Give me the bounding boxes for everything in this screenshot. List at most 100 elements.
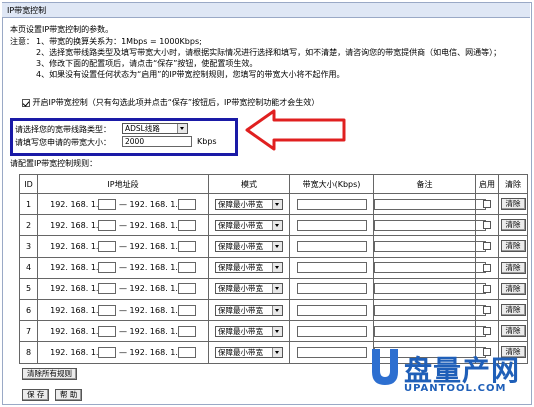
- clear-cell: 清除: [498, 320, 528, 343]
- rule-enable-checkbox[interactable]: [483, 200, 491, 209]
- mode-cell: 保障最小带宽: [208, 214, 290, 237]
- chevron-down-icon: [272, 241, 282, 251]
- col-header-id: ID: [19, 174, 38, 194]
- row-id: 5: [19, 277, 38, 300]
- mode-select[interactable]: 保障最小带宽: [215, 198, 283, 210]
- mode-select[interactable]: 保障最小带宽: [215, 325, 283, 337]
- clear-row-button[interactable]: 清除: [500, 325, 526, 338]
- clear-row-button[interactable]: 清除: [500, 219, 526, 232]
- bandwidth-cell: [289, 256, 374, 279]
- mode-cell: 保障最小带宽: [208, 192, 290, 216]
- chevron-down-icon: [272, 305, 282, 315]
- note-input[interactable]: [374, 262, 486, 274]
- ip-range-cell: 192. 168. 1. — 192. 168. 1.: [37, 235, 209, 258]
- ip-start-input[interactable]: [98, 283, 117, 295]
- clear-all-rules-button[interactable]: 清除所有规则: [22, 368, 77, 380]
- note-input[interactable]: [374, 283, 486, 295]
- bandwidth-size-input[interactable]: [296, 304, 367, 316]
- ip-end-input[interactable]: [177, 240, 196, 252]
- clear-all-rules-button-wrap: 清除所有规则: [22, 368, 77, 380]
- ip-start-input[interactable]: [98, 198, 117, 210]
- clear-row-button[interactable]: 清除: [500, 261, 526, 274]
- note-input[interactable]: [374, 304, 486, 316]
- red-arrow-icon: [245, 109, 346, 151]
- ip-start-input[interactable]: [98, 304, 117, 316]
- clear-cell: 清除: [498, 192, 528, 216]
- bandwidth-size-input[interactable]: [296, 283, 367, 295]
- note-cell: [373, 320, 486, 343]
- rule-enable-checkbox[interactable]: [483, 242, 491, 251]
- save-button[interactable]: 保 存: [22, 389, 50, 401]
- ip-end-input[interactable]: [177, 198, 196, 210]
- table-row: 1 192. 168. 1. — 192. 168. 1. 保障最小带宽 清除: [19, 192, 528, 216]
- bandwidth-size-input[interactable]: [296, 240, 367, 252]
- note-cell: [373, 192, 486, 216]
- bandwidth-size-input[interactable]: [296, 262, 367, 274]
- ip-end-input[interactable]: [177, 283, 196, 295]
- bandwidth-size-input[interactable]: [296, 219, 367, 231]
- bandwidth-label: 请填写您申请的带宽大小：: [15, 138, 111, 147]
- clear-cell: 清除: [498, 214, 528, 237]
- mode-cell: 保障最小带宽: [208, 256, 290, 279]
- intro-text: 本页设置IP带宽控制的参数。: [10, 25, 114, 34]
- ip-start-input[interactable]: [98, 346, 117, 358]
- note-line: 2、选择宽带线路类型及填写带宽大小时，请根据实际情况进行选择和填写，如不清楚，请…: [36, 48, 502, 57]
- col-header-bandwidth: 带宽大小(Kbps): [289, 174, 374, 194]
- ip-start-input[interactable]: [98, 219, 117, 231]
- mode-select[interactable]: 保障最小带宽: [215, 240, 283, 252]
- rule-enable-checkbox[interactable]: [483, 221, 491, 230]
- rule-enable-checkbox[interactable]: [483, 284, 491, 293]
- mode-select[interactable]: 保障最小带宽: [215, 262, 283, 274]
- rule-enable-checkbox[interactable]: [483, 327, 491, 336]
- chevron-down-icon: [272, 263, 282, 273]
- ip-end-input[interactable]: [177, 346, 196, 358]
- rule-enable-checkbox[interactable]: [483, 306, 491, 315]
- table-row: 4 192. 168. 1. — 192. 168. 1. 保障最小带宽 清除: [19, 256, 528, 279]
- enable-bandwidth-control-row: 开启IP带宽控制（只有勾选此项并点击“保存”按钮后，IP带宽控制功能才会生效）: [22, 97, 319, 108]
- clear-row-button[interactable]: 清除: [500, 198, 526, 211]
- table-row: 3 192. 168. 1. — 192. 168. 1. 保障最小带宽 清除: [19, 235, 528, 258]
- note-cell: [373, 277, 486, 300]
- enable-bandwidth-checkbox[interactable]: [22, 98, 30, 107]
- rule-enable-checkbox[interactable]: [483, 263, 491, 272]
- bandwidth-cell: [289, 277, 374, 300]
- ip-start-input[interactable]: [98, 262, 117, 274]
- clear-row-button[interactable]: 清除: [500, 240, 526, 253]
- clear-row-button[interactable]: 清除: [500, 282, 526, 295]
- help-button[interactable]: 帮 助: [54, 389, 83, 401]
- table-row: 6 192. 168. 1. — 192. 168. 1. 保障最小带宽 清除: [19, 298, 528, 322]
- clear-row-button[interactable]: 清除: [500, 304, 526, 317]
- row-id: 8: [19, 341, 38, 364]
- ip-end-input[interactable]: [177, 262, 196, 274]
- note-cell: [373, 298, 486, 322]
- note-input[interactable]: [374, 219, 486, 231]
- ip-range-cell: 192. 168. 1. — 192. 168. 1.: [37, 192, 209, 216]
- ip-range-cell: 192. 168. 1. — 192. 168. 1.: [37, 298, 209, 322]
- col-header-clear: 清除: [498, 174, 528, 194]
- note-line: 4、如果没有设置任何状态为“启用”的IP带宽控制规则，您填写的带宽大小将不起作用…: [36, 70, 345, 79]
- bandwidth-size-input[interactable]: [296, 198, 367, 210]
- mode-select[interactable]: 保障最小带宽: [215, 304, 283, 316]
- ip-end-input[interactable]: [177, 219, 196, 231]
- bandwidth-size-input[interactable]: [296, 325, 367, 337]
- note-input[interactable]: [374, 325, 486, 337]
- bandwidth-input[interactable]: 2000: [122, 136, 192, 147]
- col-header-note: 备注: [373, 174, 476, 194]
- rules-title: 请配置IP带宽控制规则：: [10, 159, 98, 168]
- ip-end-input[interactable]: [177, 304, 196, 316]
- chevron-down-icon: [272, 284, 282, 294]
- note-input[interactable]: [374, 198, 486, 210]
- ip-range-cell: 192. 168. 1. — 192. 168. 1.: [37, 341, 209, 364]
- window-title: IP带宽控制: [7, 6, 47, 15]
- ip-start-input[interactable]: [98, 240, 117, 252]
- ip-start-input[interactable]: [98, 325, 117, 337]
- clear-cell: 清除: [498, 277, 528, 300]
- mode-cell: 保障最小带宽: [208, 298, 290, 322]
- note-input[interactable]: [374, 240, 486, 252]
- mode-select[interactable]: 保障最小带宽: [215, 283, 283, 295]
- mode-select[interactable]: 保障最小带宽: [215, 346, 283, 358]
- line-type-select[interactable]: ADSL线路: [122, 123, 188, 134]
- bandwidth-size-input[interactable]: [296, 346, 367, 358]
- mode-select[interactable]: 保障最小带宽: [215, 219, 283, 231]
- ip-end-input[interactable]: [177, 325, 196, 337]
